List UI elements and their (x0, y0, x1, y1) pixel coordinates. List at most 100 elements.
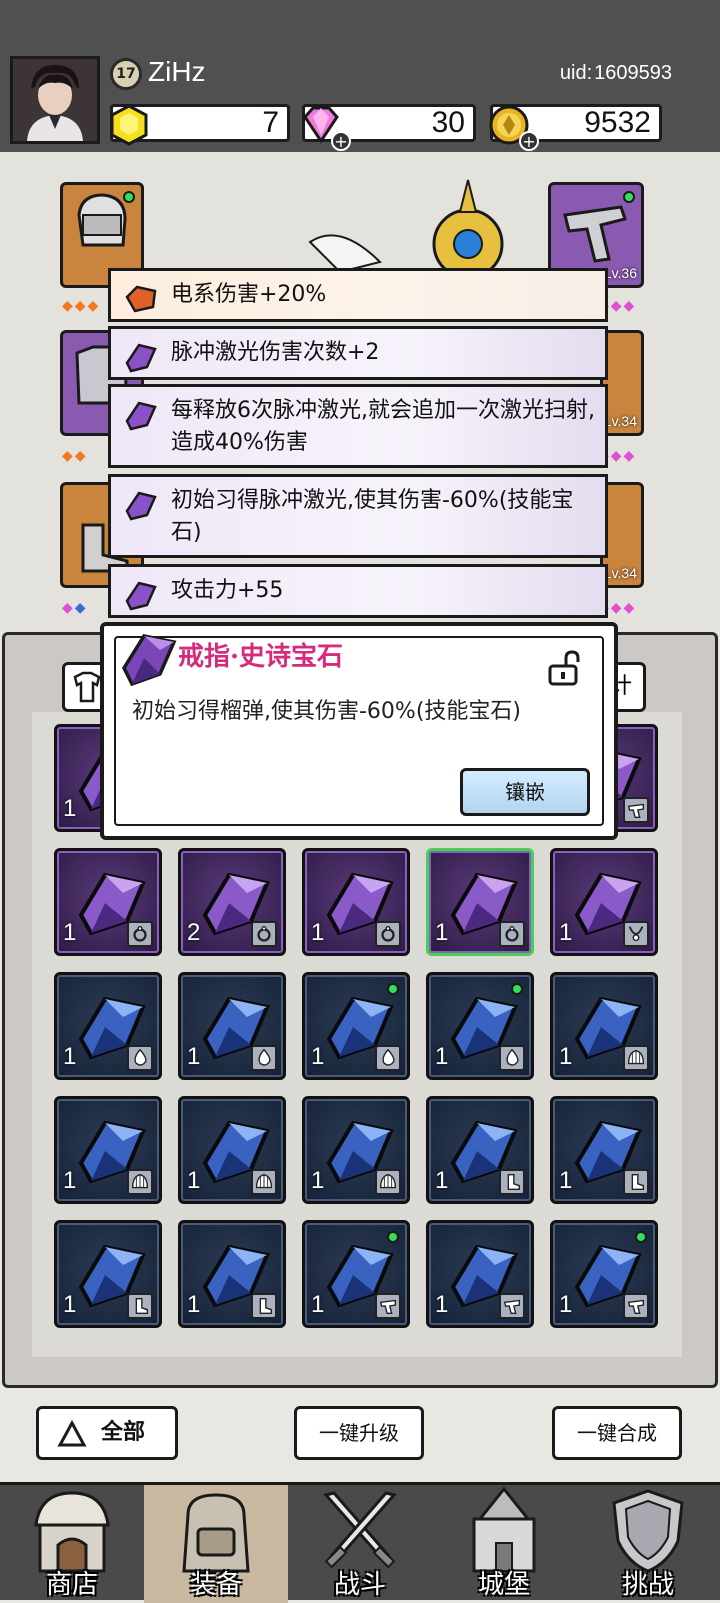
slot-type-badge (623, 921, 649, 947)
bottom-nav: 商店 装备 战斗 城堡 挑战 (0, 1482, 720, 1603)
gem-count: 1 (311, 1043, 325, 1070)
gem-count: 1 (63, 1167, 77, 1194)
one-click-upgrade-button[interactable]: 一键升级 (294, 1406, 424, 1460)
nav-challenge[interactable]: 挑战 (576, 1485, 720, 1603)
slot-type-badge (251, 1169, 277, 1195)
slot-type-badge (499, 1169, 525, 1195)
boot-icon (507, 1173, 521, 1191)
gun-icon (627, 1299, 645, 1315)
shell-icon (131, 1173, 149, 1189)
inventory-gem-slot[interactable]: 1 (426, 1220, 534, 1328)
diamond-currency[interactable]: + 30 (302, 104, 476, 151)
orange-gem-icon (125, 285, 157, 313)
unlock-icon[interactable] (544, 648, 584, 688)
new-indicator (123, 191, 135, 203)
gem-count: 1 (187, 1043, 201, 1070)
user-id: uid: 1609593 (558, 62, 672, 85)
slot-type-badge (623, 797, 649, 823)
left-slot-2-stars: ◆◆ (62, 448, 88, 464)
nav-shop[interactable]: 商店 (0, 1485, 144, 1603)
belt-level: Lv.34 (603, 413, 637, 429)
inventory-gem-slot[interactable]: 1 (54, 1220, 162, 1328)
inventory-gem-slot[interactable]: 1 (426, 972, 534, 1080)
gun-icon (503, 1299, 521, 1315)
gem-count: 1 (63, 795, 77, 822)
gem-count: 1 (559, 1291, 573, 1318)
slot-type-badge (499, 1293, 525, 1319)
inventory-gem-slot[interactable]: 1 (178, 1220, 286, 1328)
affix-row: 每释放6次脉冲激光,就会追加一次激光扫射,造成40%伤害 (108, 384, 608, 468)
boot-icon (631, 1173, 645, 1191)
slot-type-badge (127, 1045, 153, 1071)
inventory-gem-slot[interactable]: 1 (54, 972, 162, 1080)
inventory-gem-slot[interactable]: 1 (426, 848, 534, 956)
slot-type-badge (127, 1293, 153, 1319)
slot-type-badge (251, 1045, 277, 1071)
affix-text: 电系伤害+20% (171, 282, 327, 307)
drop-icon (134, 1048, 147, 1066)
inventory-gem-slot[interactable]: 1 (302, 848, 410, 956)
inventory-gem-slot[interactable]: 1 (178, 1096, 286, 1204)
gem-count: 2 (187, 919, 201, 946)
coin-count: 9532 (584, 106, 651, 139)
boot-icon (135, 1297, 149, 1315)
left-slot-3-stars: ◆◆ (62, 600, 88, 616)
yellow-gem-currency[interactable]: 7 (110, 104, 290, 146)
gem-count: 1 (63, 919, 77, 946)
inventory-gem-slot[interactable]: 1 (302, 1096, 410, 1204)
add-diamond-icon[interactable]: + (331, 131, 351, 151)
inventory-gem-slot[interactable]: 1 (426, 1096, 534, 1204)
ring-icon (257, 925, 271, 942)
affix-text: 攻击力+55 (171, 578, 284, 603)
inventory-gem-slot[interactable]: 1 (54, 1096, 162, 1204)
slot-type-badge (499, 921, 525, 947)
gem-count: 1 (187, 1167, 201, 1194)
drop-icon (506, 1048, 519, 1066)
inventory-gem-slot[interactable]: 1 (178, 972, 286, 1080)
gun-icon (627, 803, 645, 819)
inlay-button[interactable]: 镶嵌 (460, 768, 590, 816)
new-indicator (635, 1231, 647, 1243)
affix-text: 初始习得脉冲激光,使其伤害-60%(技能宝石) (171, 488, 574, 545)
one-click-merge-button[interactable]: 一键合成 (552, 1406, 682, 1460)
filter-all-label: 全部 (101, 1420, 146, 1445)
popup-description: 初始习得榴弹,使其伤害-60%(技能宝石) (132, 699, 521, 724)
filter-all-button[interactable]: 全部 (36, 1406, 178, 1460)
coin-currency[interactable]: + 9532 (489, 104, 662, 151)
popup-title: 戒指·史诗宝石 (178, 642, 344, 672)
affix-row: 电系伤害+20% (108, 268, 608, 322)
nav-battle[interactable]: 战斗 (288, 1485, 432, 1603)
character-weapon-art (308, 179, 504, 272)
add-coin-icon[interactable]: + (519, 131, 539, 151)
shell-icon (255, 1173, 273, 1189)
inventory-gem-slot[interactable]: 1 (54, 848, 162, 956)
nav-castle[interactable]: 城堡 (432, 1485, 576, 1603)
drop-icon (258, 1048, 271, 1066)
affix-row: 攻击力+55 (108, 564, 608, 618)
username: ZiHz (148, 56, 206, 87)
slot-type-badge (127, 921, 153, 947)
ring-icon (133, 925, 147, 942)
gem-count: 1 (435, 1043, 449, 1070)
yellow-gem-icon (110, 104, 148, 146)
slot-type-badge (375, 1169, 401, 1195)
affix-text: 每释放6次脉冲激光,就会追加一次激光扫射,造成40%伤害 (171, 398, 595, 455)
nav-equipment[interactable]: 装备 (144, 1485, 288, 1603)
purple-gem-icon (121, 634, 177, 687)
new-indicator (387, 983, 399, 995)
triangle-up-icon (57, 1419, 87, 1447)
inventory-gem-slot[interactable]: 1 (550, 1096, 658, 1204)
inventory-gem-slot[interactable]: 2 (178, 848, 286, 956)
gem-count: 1 (63, 1043, 77, 1070)
inventory-gem-slot[interactable]: 1 (550, 1220, 658, 1328)
gem-detail-popup: 戒指·史诗宝石 初始习得榴弹,使其伤害-60%(技能宝石) 镶嵌 (100, 622, 618, 840)
inventory-gem-slot[interactable]: 1 (302, 972, 410, 1080)
inventory-gem-slot[interactable]: 1 (550, 972, 658, 1080)
inventory-gem-slot[interactable]: 1 (550, 848, 658, 956)
nav-challenge-label: 挑战 (621, 1570, 674, 1600)
nav-equipment-label: 装备 (189, 1570, 242, 1600)
inventory-gem-slot[interactable]: 1 (302, 1220, 410, 1328)
player-avatar[interactable] (10, 56, 100, 144)
uid-value: 1609593 (594, 62, 672, 84)
ring-level: Lv.34 (603, 565, 637, 581)
